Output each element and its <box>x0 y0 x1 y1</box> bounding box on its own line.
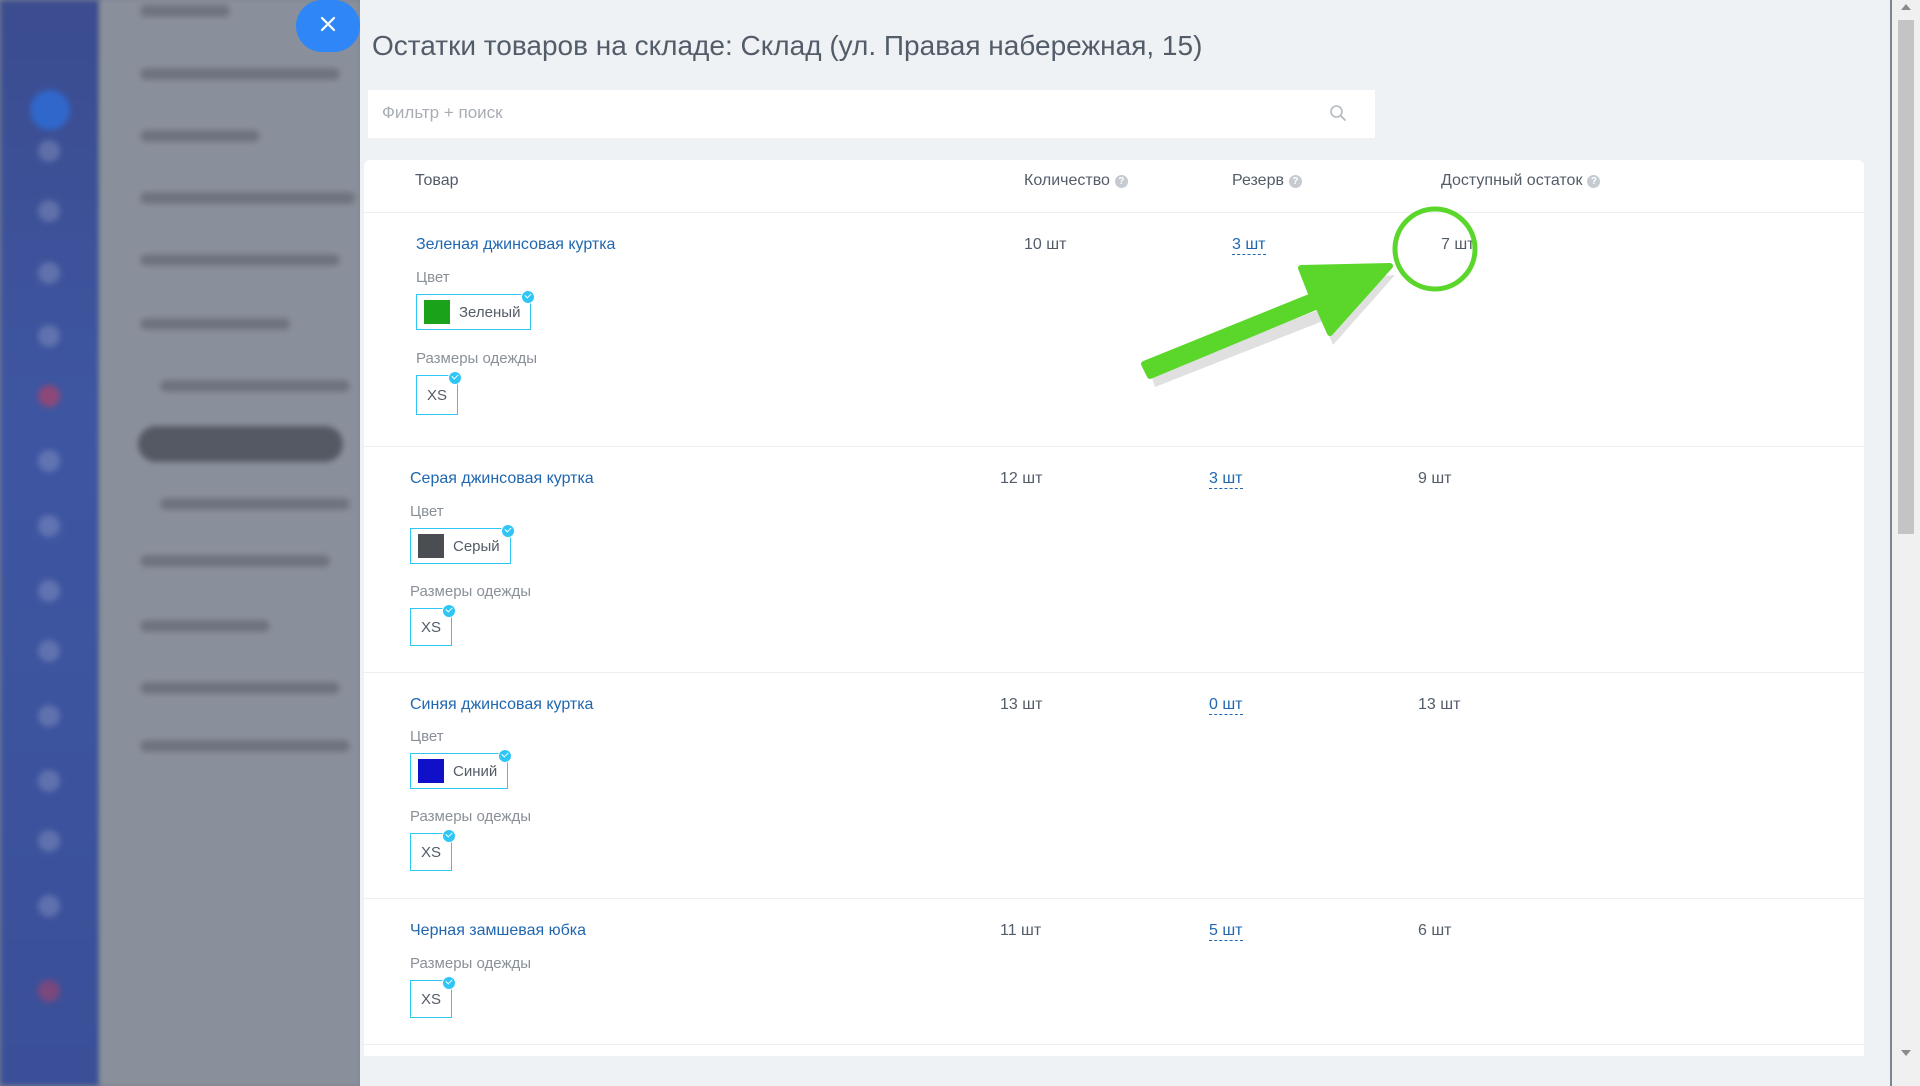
column-header-available[interactable]: Доступный остаток? <box>1441 172 1601 190</box>
color-value: Зеленый <box>459 303 521 321</box>
check-icon <box>442 604 456 618</box>
size-value: XS <box>420 618 441 636</box>
background-app-nav <box>0 0 100 1086</box>
close-slider-button[interactable] <box>296 0 360 52</box>
help-icon[interactable]: ? <box>1114 175 1128 188</box>
size-label: Размеры одежды <box>410 955 532 972</box>
table-header: Товар Количество? Резерв? Доступный оста… <box>364 160 1864 213</box>
check-icon <box>500 524 515 538</box>
size-label: Размеры одежды <box>410 808 532 825</box>
color-swatch <box>418 759 444 783</box>
size-value: XS <box>420 843 441 861</box>
product-link[interactable]: Зеленая джинсовая куртка <box>416 236 615 254</box>
color-swatch <box>424 300 450 324</box>
stock-table: Товар Количество? Резерв? Доступный оста… <box>364 160 1864 1056</box>
color-label: Цвет <box>416 269 450 286</box>
available-value: 13 шт <box>1418 696 1461 713</box>
color-value: Синий <box>453 762 498 780</box>
check-icon <box>521 290 536 304</box>
reserve-link[interactable]: 3 шт <box>1209 470 1243 489</box>
search-bar <box>368 90 1375 138</box>
column-header-reserve[interactable]: Резерв? <box>1232 172 1302 190</box>
close-icon <box>320 16 336 32</box>
size-label: Размеры одежды <box>410 583 532 600</box>
size-chip[interactable]: XS <box>410 976 456 1018</box>
color-chip[interactable]: Серый <box>410 524 515 564</box>
available-value: 6 шт <box>1418 922 1452 939</box>
background-app-sidebar <box>100 0 360 1086</box>
quantity-value: 11 шт <box>1000 922 1042 939</box>
stock-slider-panel: Остатки товаров на складе: Склад (ул. Пр… <box>360 0 1890 1086</box>
check-icon <box>448 371 462 385</box>
product-link[interactable]: Синяя джинсовая куртка <box>410 696 593 714</box>
size-chip[interactable]: XS <box>410 604 456 646</box>
scroll-down-arrow-icon[interactable] <box>1901 1050 1911 1056</box>
color-label: Цвет <box>410 503 444 520</box>
search-input[interactable] <box>368 90 1302 136</box>
table-row: Синяя джинсовая куртка Цвет Синий Размер… <box>364 672 1864 899</box>
check-icon <box>442 976 456 990</box>
size-chip[interactable]: XS <box>416 371 462 415</box>
column-header-product[interactable]: Товар <box>415 172 459 190</box>
column-header-quantity[interactable]: Количество? <box>1024 172 1128 190</box>
reserve-link[interactable]: 3 шт <box>1232 236 1266 255</box>
size-value: XS <box>426 386 447 404</box>
product-link[interactable]: Черная замшевая юбка <box>410 922 586 940</box>
quantity-value: 13 шт <box>1000 696 1043 713</box>
color-label: Цвет <box>410 728 444 745</box>
reserve-link[interactable]: 5 шт <box>1209 922 1243 941</box>
scrollbar-thumb[interactable] <box>1898 20 1914 534</box>
help-icon[interactable]: ? <box>1587 175 1601 188</box>
scroll-up-arrow-icon[interactable] <box>1901 4 1911 10</box>
quantity-value: 12 шт <box>1000 470 1043 487</box>
table-row: Зеленая джинсовая куртка Цвет Зеленый Ра… <box>364 212 1864 447</box>
product-link[interactable]: Серая джинсовая куртка <box>410 470 594 488</box>
check-icon <box>442 829 456 843</box>
check-icon <box>498 749 513 763</box>
color-chip[interactable]: Зеленый <box>416 290 536 330</box>
available-value: 9 шт <box>1418 470 1452 487</box>
help-icon[interactable]: ? <box>1288 175 1302 188</box>
table-row: Серая джинсовая куртка Цвет Серый Размер… <box>364 446 1864 673</box>
page-title: Остатки товаров на складе: Склад (ул. Пр… <box>372 30 1203 61</box>
size-chip[interactable]: XS <box>410 829 456 871</box>
size-label: Размеры одежды <box>416 350 538 367</box>
color-swatch <box>418 534 444 558</box>
page-scrollbar[interactable] <box>1892 0 1920 1086</box>
search-icon[interactable] <box>1329 104 1347 122</box>
table-row: Черная замшевая юбка Размеры одежды XS 1… <box>364 898 1864 1045</box>
reserve-link[interactable]: 0 шт <box>1209 696 1243 715</box>
color-chip[interactable]: Синий <box>410 749 513 789</box>
available-value: 7 шт <box>1441 236 1475 253</box>
color-value: Серый <box>453 537 500 555</box>
quantity-value: 10 шт <box>1024 236 1067 253</box>
size-value: XS <box>420 990 441 1008</box>
